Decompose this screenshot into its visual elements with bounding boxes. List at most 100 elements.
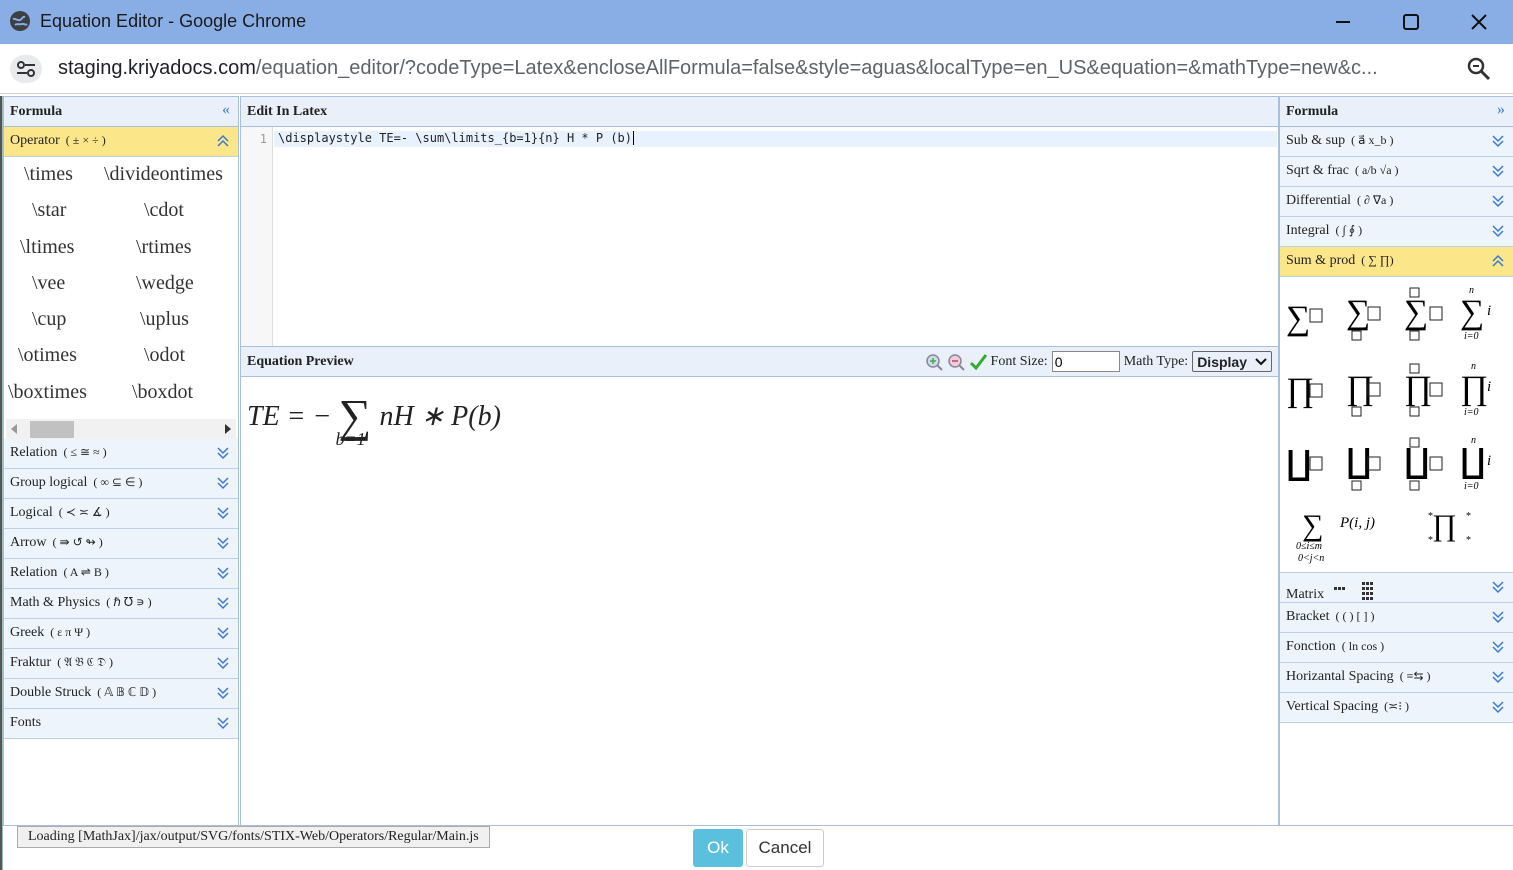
latex-code-line[interactable]: \displaystyle TE=- \sum\limits_{b=1}{n} …	[274, 131, 1277, 147]
section-fraktur[interactable]: Fraktur ( 𝔄 𝔅 ℭ 𝔇 )	[4, 649, 238, 679]
coprod-limits-template[interactable]: ∐	[1404, 437, 1443, 491]
section-double-struck[interactable]: Double Struck ( 𝔸 𝔹 ℂ 𝔻 )	[4, 679, 238, 709]
minimize-button[interactable]	[1328, 8, 1358, 36]
section-symbols: ( ℏ ℧ ∍ )	[106, 595, 152, 609]
section-greek[interactable]: Greek ( ε π Ψ )	[4, 619, 238, 649]
section-vertical-spacing[interactable]: Vertical Spacing (≍⁝ )	[1280, 693, 1513, 723]
operator-item[interactable]: \cup	[32, 308, 66, 331]
section-fonts[interactable]: Fonts	[4, 709, 238, 739]
section-symbols: ( ( ) [ ] )	[1335, 609, 1375, 623]
left-section-list: Relation ( ≤ ≅ ≈ ) Group logical ( ∞ ⊆ ∈ )…	[4, 439, 238, 739]
section-symbols: ( ∞ ⊆ ∈ )	[93, 475, 143, 489]
collapse-right-icon[interactable]: »	[1497, 101, 1505, 119]
font-size-input[interactable]	[1051, 351, 1120, 372]
zoom-in-icon[interactable]	[925, 353, 943, 371]
coprod-i0n-template[interactable]: ∐n i=0 i	[1460, 435, 1491, 492]
section-integral[interactable]: Integral ( ∫ ∮ )	[1280, 217, 1513, 247]
section-sum-prod[interactable]: Sum & prod ( ∑ ∏)	[1280, 247, 1513, 277]
upper-n: n	[1471, 361, 1476, 372]
section-label: Sqrt & frac	[1286, 163, 1349, 178]
operator-item[interactable]: \odot	[144, 344, 185, 367]
scroll-left-icon[interactable]	[10, 424, 18, 434]
cancel-button[interactable]: Cancel	[746, 829, 824, 867]
section-sub-sup[interactable]: Sub & sup ( a⃗ x_b )	[1280, 127, 1513, 157]
sum-double-limit-template[interactable]: ∑ P(i, j) 0≤i≤m0<j<n	[1296, 509, 1375, 564]
section-symbols: ( ε π Ψ )	[50, 625, 91, 639]
left-panel-title: Formula	[10, 104, 63, 119]
sum-i0n-template[interactable]: ∑n i=0 i	[1460, 285, 1491, 342]
limit-1: 0≤i≤m	[1296, 541, 1322, 552]
operator-item[interactable]: \boxdot	[132, 381, 193, 404]
operator-item[interactable]: \times	[24, 163, 73, 186]
prod-limits-template[interactable]: ∏	[1404, 363, 1443, 417]
prod-lower-template[interactable]: ∏	[1346, 370, 1381, 417]
operator-item[interactable]: \ltimes	[20, 236, 74, 259]
prod-template[interactable]: ∏	[1286, 372, 1323, 409]
coprod-template[interactable]: ∐	[1286, 446, 1323, 483]
operator-item[interactable]: \otimes	[18, 344, 77, 367]
operator-item[interactable]: \divideontimes	[104, 163, 223, 186]
collapse-left-icon[interactable]: «	[222, 101, 230, 119]
operator-item[interactable]: \star	[32, 199, 66, 222]
svg-text:∑: ∑	[1460, 294, 1484, 331]
operator-item[interactable]: \vee	[32, 272, 65, 295]
operator-item[interactable]: \rtimes	[136, 236, 192, 259]
sum-lower-template[interactable]: ∑	[1346, 294, 1381, 341]
operator-item[interactable]: \cdot	[144, 199, 184, 222]
sum-operator: ∑ b=1	[335, 383, 372, 449]
section-fonction[interactable]: Fonction ( ln cos )	[1280, 633, 1513, 663]
chevron-down-icon	[1492, 641, 1504, 654]
maximize-button[interactable]	[1396, 8, 1426, 36]
rendered-equation: TE = − ∑ b=1 nH ∗ P(b)	[247, 383, 501, 449]
right-formula-panel: Formula » Sub & sup ( a⃗ x_b ) Sqrt & frac…	[1279, 96, 1513, 826]
section-label: Arrow	[10, 535, 47, 550]
coprod-lower-template[interactable]: ∐	[1346, 444, 1381, 491]
ok-button[interactable]: Ok	[693, 829, 743, 867]
chevron-down-icon	[217, 447, 229, 460]
section-symbols: ( ⇛ ↺ ↬ )	[52, 535, 103, 549]
operator-item[interactable]: \wedge	[136, 272, 194, 295]
zoom-icon[interactable]	[1466, 56, 1492, 82]
section-label: Math & Physics	[10, 595, 101, 610]
section-label: Sum & prod	[1286, 253, 1356, 268]
equation-preview-panel: Equation Preview Font Size: Math Type: D…	[240, 346, 1279, 826]
url-field[interactable]: staging.kriyadocs.com/equation_editor/?c…	[58, 57, 1453, 80]
section-symbols: ( 𝔄 𝔅 ℭ 𝔇 )	[57, 655, 113, 669]
section-sqrt-frac[interactable]: Sqrt & frac ( a/b √a )	[1280, 157, 1513, 187]
zoom-out-icon[interactable]	[947, 353, 965, 371]
section-horizontal-spacing[interactable]: Horizantal Spacing ( ≡⇆ )	[1280, 663, 1513, 693]
check-icon[interactable]	[969, 353, 987, 371]
section-relation-2[interactable]: Relation ( A ⇌ B )	[4, 559, 238, 589]
lower-i0: i=0	[1464, 331, 1479, 342]
sum-limits-template[interactable]: ∑	[1404, 287, 1443, 341]
scrollbar-thumb[interactable]	[30, 421, 74, 438]
section-matrix[interactable]: Matrix	[1280, 573, 1513, 603]
section-relation[interactable]: Relation ( ≤ ≅ ≈ )	[4, 439, 238, 469]
site-info-button[interactable]	[10, 55, 42, 83]
section-differential[interactable]: Differential ( ∂ ∇a )	[1280, 187, 1513, 217]
math-type-select[interactable]: Display	[1192, 351, 1272, 372]
svg-text:*: *	[1466, 511, 1471, 522]
operator-item[interactable]: \boxtimes	[8, 381, 87, 404]
section-logical[interactable]: Logical ( ≺ ≍ ∡ )	[4, 499, 238, 529]
svg-text:∐: ∐	[1404, 444, 1430, 481]
scroll-right-icon[interactable]	[224, 424, 232, 434]
close-button[interactable]	[1464, 8, 1494, 36]
section-arrow[interactable]: Arrow ( ⇛ ↺ ↬ )	[4, 529, 238, 559]
prod-corner-template[interactable]: ∏* ** *	[1428, 509, 1471, 546]
section-group-logical[interactable]: Group logical ( ∞ ⊆ ∈ )	[4, 469, 238, 499]
section-math-physics[interactable]: Math & Physics ( ℏ ℧ ∍ )	[4, 589, 238, 619]
operator-item[interactable]: \uplus	[140, 308, 189, 331]
section-bracket[interactable]: Bracket ( ( ) [ ] )	[1280, 603, 1513, 633]
chevron-down-icon	[217, 687, 229, 700]
sum-template[interactable]: ∑	[1286, 300, 1323, 337]
preview-header: Equation Preview Font Size: Math Type: D…	[241, 347, 1278, 377]
chevron-down-icon	[1255, 357, 1267, 365]
operator-section[interactable]: Operator ( ± × ÷ )	[4, 127, 238, 157]
prod-i0n-template[interactable]: ∏n i=0 i	[1460, 361, 1491, 418]
section-symbols: (≍⁝ )	[1384, 699, 1410, 713]
operator-scrollbar[interactable]	[6, 419, 236, 439]
section-label: Double Struck	[10, 685, 92, 700]
editor-title: Edit In Latex	[247, 104, 328, 119]
font-size-label: Font Size:	[990, 353, 1048, 369]
